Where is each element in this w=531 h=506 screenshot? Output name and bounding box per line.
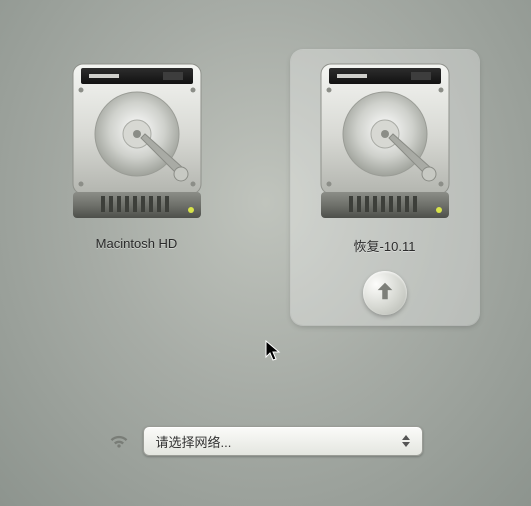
boot-arrow-button[interactable] — [363, 271, 407, 315]
hard-drive-icon — [315, 56, 455, 226]
network-bar: 请选择网络... — [0, 426, 531, 456]
network-selector-label: 请选择网络... — [156, 432, 232, 451]
volume-recovery[interactable]: 恢复-10.11 — [291, 50, 479, 325]
hard-drive-icon — [67, 56, 207, 226]
volume-macintosh-hd[interactable]: Macintosh HD — [43, 50, 231, 325]
volume-label: 恢复-10.11 — [354, 236, 416, 255]
cursor-icon — [265, 340, 281, 362]
wifi-icon — [109, 433, 129, 449]
network-selector[interactable]: 请选择网络... — [143, 426, 423, 456]
stepper-icon — [402, 427, 416, 455]
volume-label: Macintosh HD — [96, 236, 178, 251]
boot-picker-screen: Macintosh HD 恢复-10.11 请选择网络... — [0, 0, 531, 506]
volume-list: Macintosh HD 恢复-10.11 — [0, 50, 521, 325]
arrow-up-icon — [374, 280, 396, 307]
